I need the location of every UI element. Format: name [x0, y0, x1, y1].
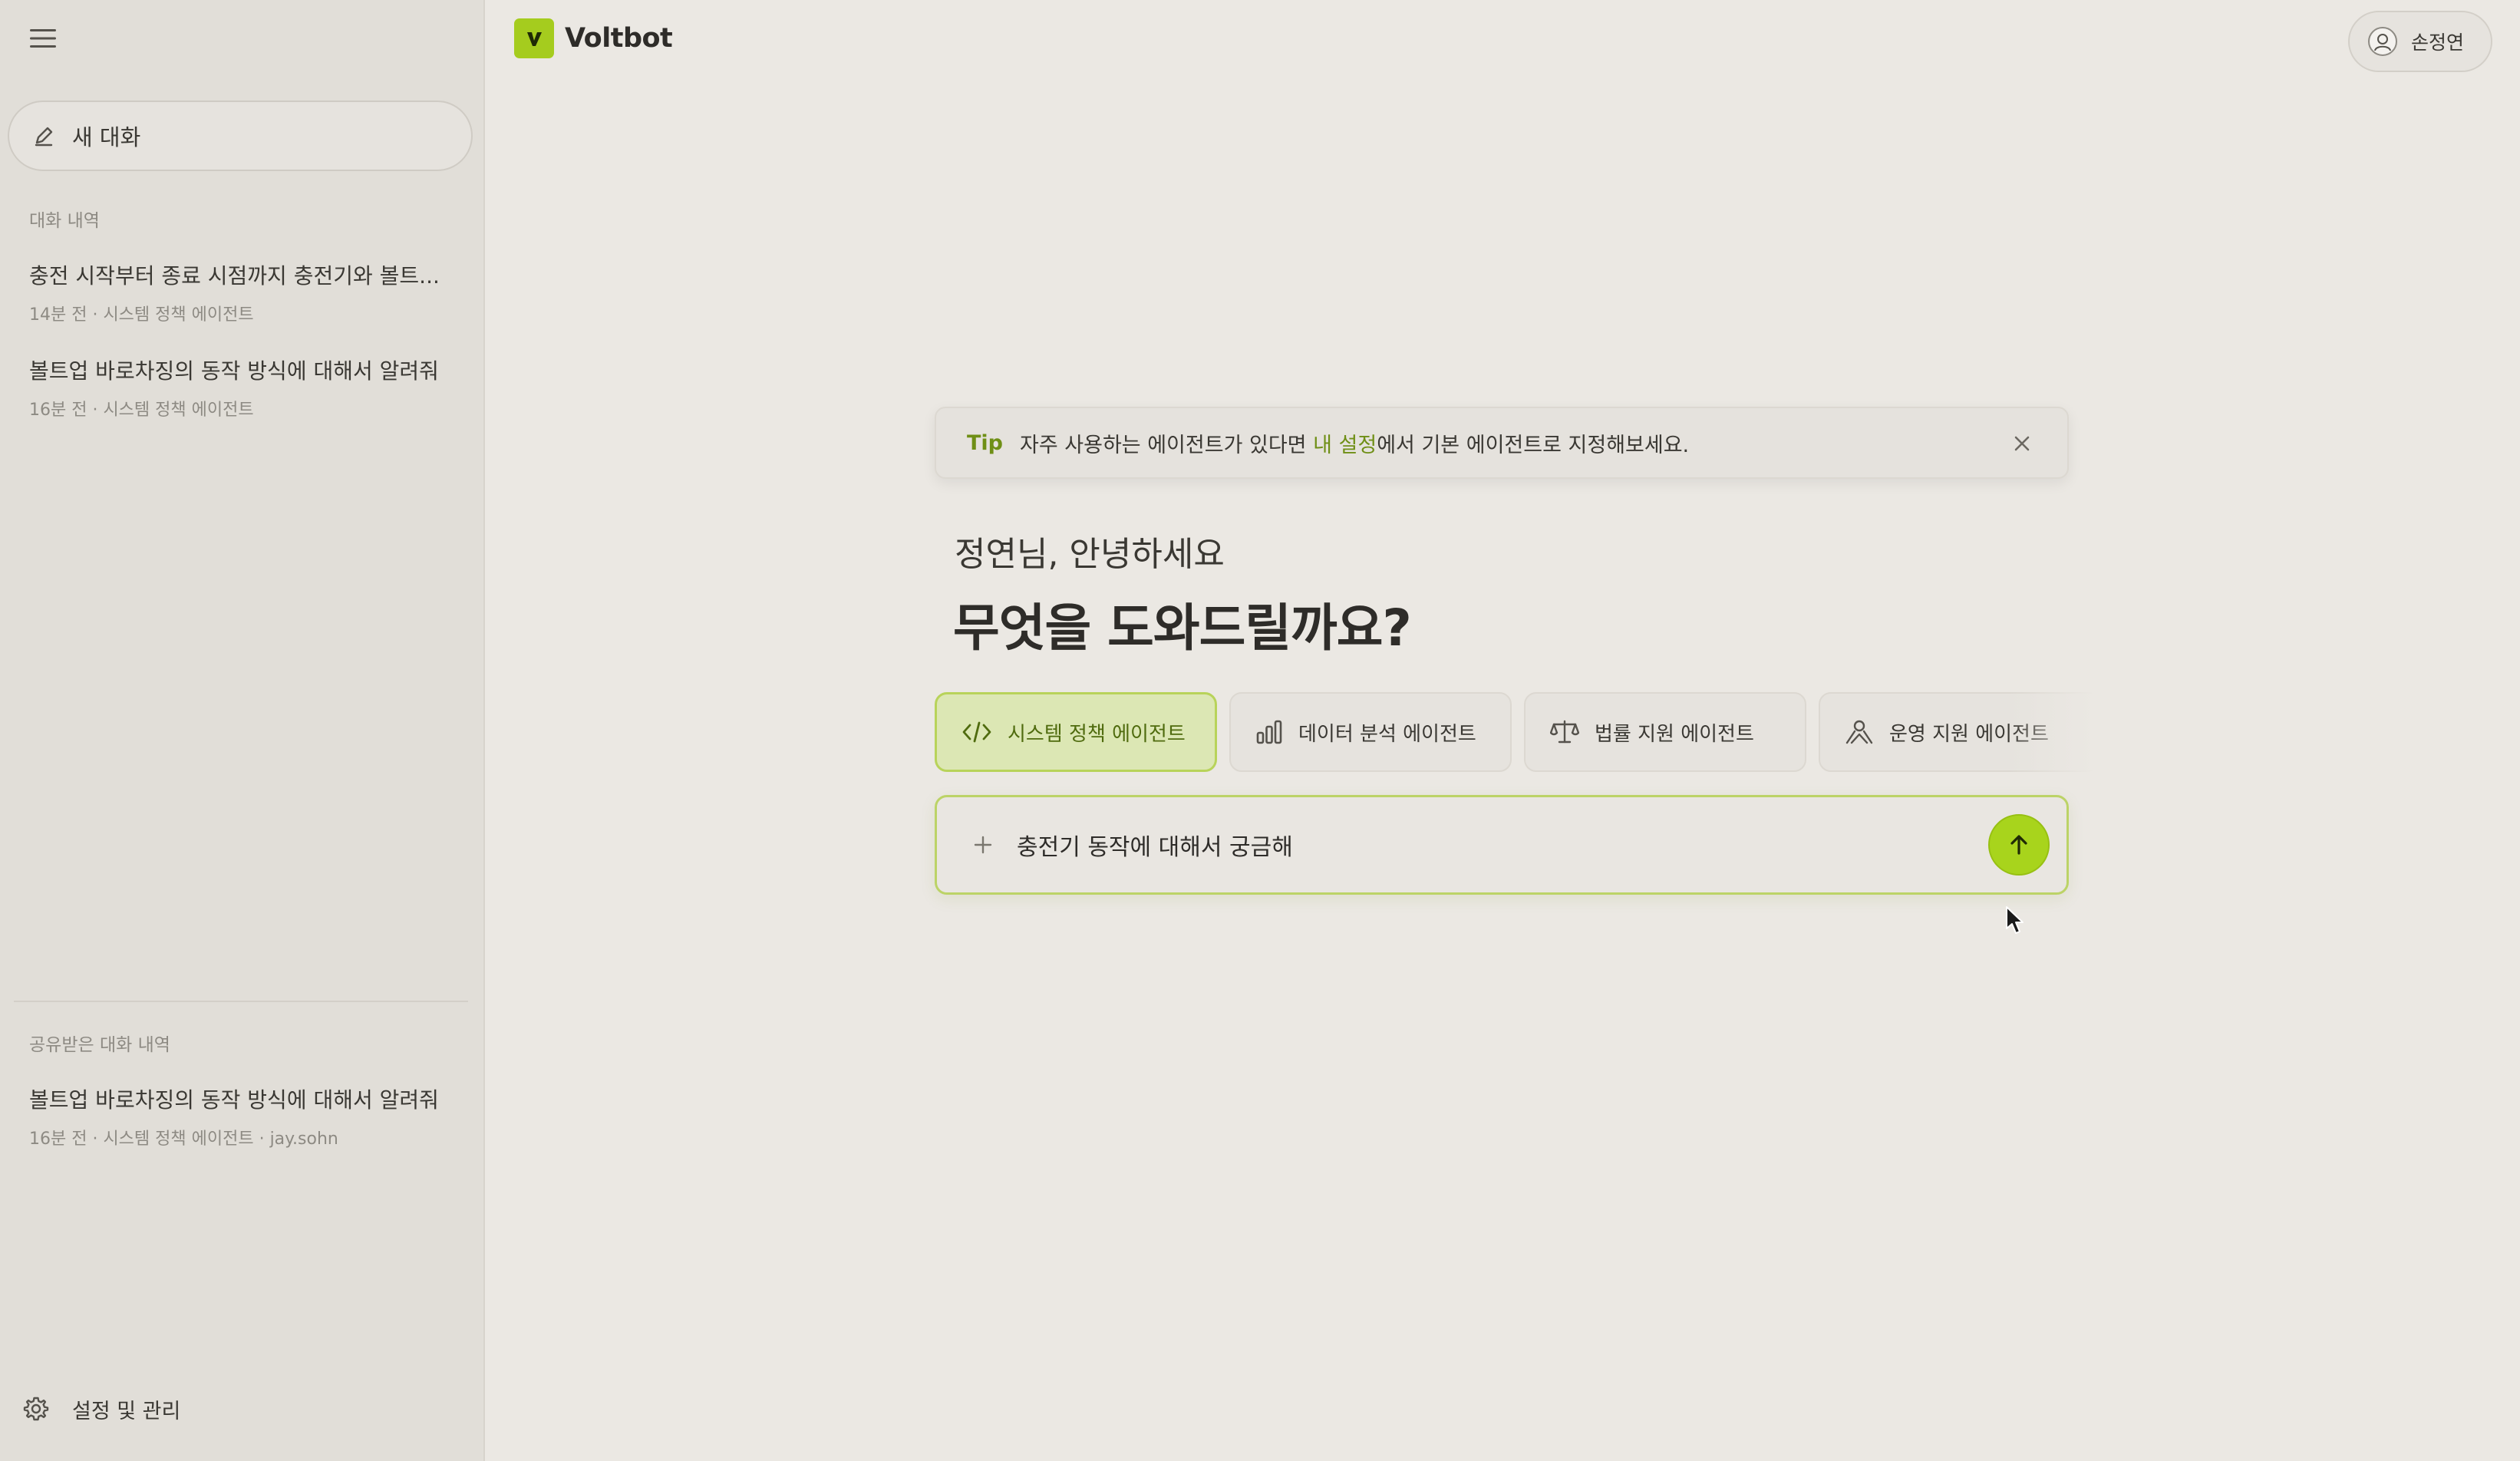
settings-button[interactable]: 설정 및 관리	[23, 1392, 180, 1426]
shared-item-title: 볼트업 바로차징의 동작 방식에 대해서 알려줘	[29, 1087, 439, 1113]
agent-chip-label: 데이터 분석 에이전트	[1298, 722, 1476, 746]
menu-toggle-button[interactable]	[23, 18, 63, 58]
scale-icon	[1550, 720, 1579, 744]
agent-chip-system-policy[interactable]: 시스템 정책 에이전트	[935, 692, 1217, 772]
plus-icon	[974, 836, 992, 854]
new-chat-button[interactable]: 새 대화	[8, 101, 473, 171]
code-icon	[962, 721, 991, 743]
agent-chip-operations-support[interactable]: 운영 지원 에이전트	[1819, 692, 2101, 772]
attach-button[interactable]	[968, 829, 998, 860]
chat-composer	[935, 795, 2069, 895]
history-item-title: 볼트업 바로차징의 동작 방식에 대해서 알려줘	[29, 358, 439, 384]
tip-close-button[interactable]	[2009, 430, 2035, 457]
bar-chart-icon	[1256, 720, 1282, 744]
history-item-title: 충전 시작부터 종료 시점까지 충전기와 볼트...	[29, 263, 440, 289]
tip-text-before: 자주 사용하는 에이전트가 있다면	[1020, 433, 1314, 457]
shared-history-item[interactable]: 볼트업 바로차징의 동작 방식에 대해서 알려줘 16분 전 · 시스템 정책 …	[29, 1083, 459, 1149]
mouse-cursor-icon	[2006, 906, 2024, 934]
history-item[interactable]: 볼트업 바로차징의 동작 방식에 대해서 알려줘 16분 전 · 시스템 정책 …	[29, 355, 459, 420]
history-item[interactable]: 충전 시작부터 종료 시점까지 충전기와 볼트... 14분 전 · 시스템 정…	[29, 259, 459, 325]
my-settings-link[interactable]: 내 설정	[1313, 434, 1377, 457]
shared-section-title: 공유받은 대화 내역	[29, 1035, 170, 1055]
logo[interactable]: Voltbot	[514, 18, 673, 58]
user-name: 손정연	[2411, 31, 2465, 54]
support-icon	[1845, 720, 1873, 744]
avatar-icon	[2368, 27, 2397, 56]
shared-item-meta: 16분 전 · 시스템 정책 에이전트 · jay.sohn	[29, 1130, 338, 1149]
history-section-title: 대화 내역	[29, 211, 100, 231]
tip-banner: Tip 자주 사용하는 에이전트가 있다면 내 설정에서 기본 에이전트로 지정…	[935, 407, 2069, 479]
app-window: 새 대화 대화 내역 충전 시작부터 종료 시점까지 충전기와 볼트... 14…	[0, 0, 2520, 1461]
gear-icon	[23, 1397, 49, 1421]
greeting-text: 정연님, 안녕하세요	[955, 535, 1225, 574]
history-item-meta: 16분 전 · 시스템 정책 에이전트	[29, 401, 254, 420]
tip-label: Tip	[967, 430, 1003, 455]
close-icon	[2014, 436, 2030, 451]
agent-chip-data-analysis[interactable]: 데이터 분석 에이전트	[1229, 692, 1512, 772]
arrow-up-icon	[2010, 835, 2027, 855]
history-item-meta: 14분 전 · 시스템 정책 에이전트	[29, 305, 254, 325]
new-chat-label: 새 대화	[72, 124, 141, 150]
send-button[interactable]	[1988, 814, 2050, 876]
agent-chip-legal-support[interactable]: 법률 지원 에이전트	[1524, 692, 1806, 772]
agent-selector: 시스템 정책 에이전트 데이터 분석 에이전트 법률 지원 에이전트 운영 지원…	[935, 692, 2116, 772]
settings-label: 설정 및 관리	[72, 1399, 181, 1423]
tip-text: 자주 사용하는 에이전트가 있다면 내 설정에서 기본 에이전트로 지정해보세요…	[1020, 428, 1689, 458]
sidebar: 새 대화 대화 내역 충전 시작부터 종료 시점까지 충전기와 볼트... 14…	[0, 0, 485, 1461]
sidebar-divider	[14, 1001, 468, 1002]
voltbot-logo-icon	[514, 18, 554, 58]
agent-chip-label: 운영 지원 에이전트	[1889, 722, 2049, 746]
hamburger-icon	[30, 29, 56, 48]
user-profile-button[interactable]: 손정연	[2348, 11, 2492, 72]
agent-chip-label: 시스템 정책 에이전트	[1008, 722, 1186, 746]
chat-input[interactable]	[1017, 822, 1988, 868]
greeting-question: 무엇을 도와드릴까요?	[953, 599, 1412, 658]
agent-chip-label: 법률 지원 에이전트	[1595, 722, 1754, 746]
pencil-icon	[35, 127, 53, 147]
logo-text: Voltbot	[565, 23, 673, 54]
tip-text-after: 에서 기본 에이전트로 지정해보세요.	[1377, 433, 1690, 457]
